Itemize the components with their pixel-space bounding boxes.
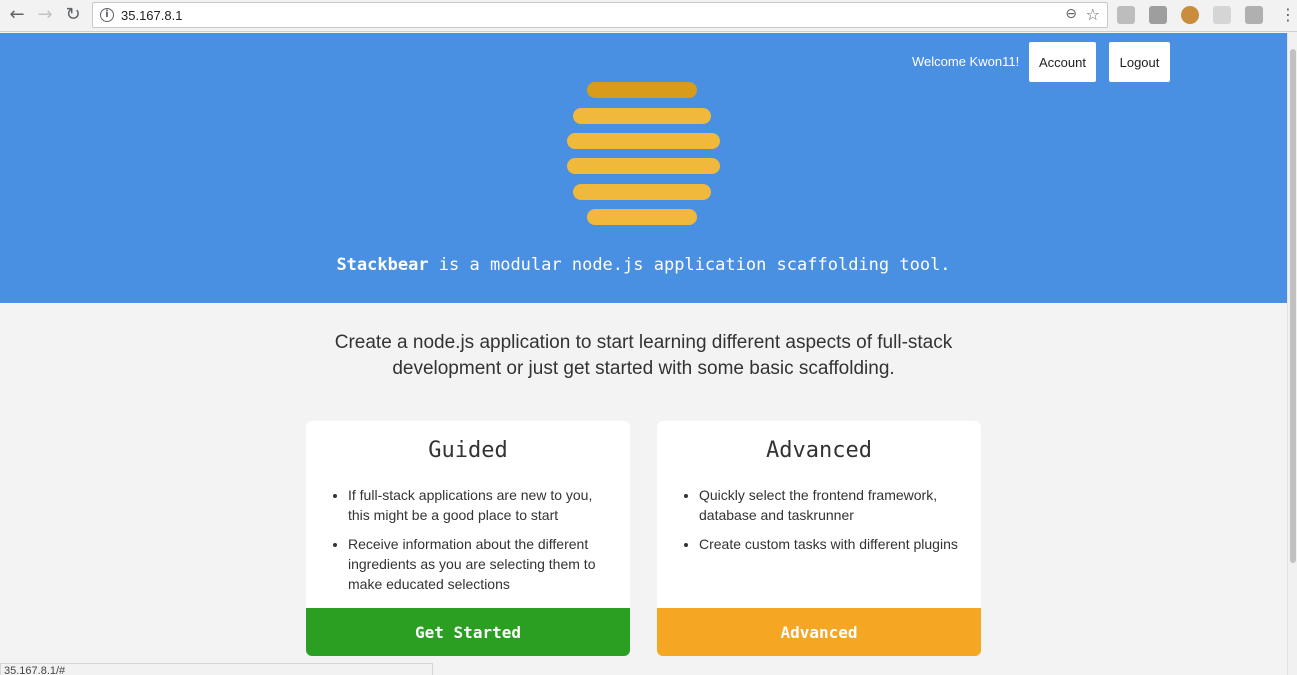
- get-started-button[interactable]: Get Started: [306, 608, 630, 656]
- kebab-menu-icon[interactable]: ⋮: [1280, 4, 1296, 26]
- card-title: Advanced: [766, 438, 872, 463]
- list-item: If full-stack applications are new to yo…: [348, 485, 610, 525]
- card-title: Guided: [428, 438, 508, 463]
- tagline-text: is a modular node.js application scaffol…: [428, 255, 951, 275]
- welcome-text: Welcome Kwon11!: [912, 54, 1020, 69]
- star-icon[interactable]: ☆: [1086, 5, 1100, 24]
- address-bar[interactable]: i 35.167.8.1 ⊖ ☆: [92, 2, 1108, 28]
- logo-bar: [587, 82, 697, 98]
- logo-bar: [587, 209, 697, 225]
- extension-icon[interactable]: [1213, 6, 1231, 24]
- reload-icon[interactable]: ↻: [61, 4, 85, 26]
- list-item: Receive information about the different …: [348, 534, 610, 594]
- brand-name: Stackbear: [336, 255, 429, 275]
- advanced-card: Advanced Quickly select the frontend fra…: [657, 421, 981, 656]
- info-icon[interactable]: i: [100, 8, 114, 22]
- intro-text: Create a node.js application to start le…: [334, 332, 953, 379]
- logo-bar: [573, 108, 711, 124]
- forward-arrow-icon[interactable]: →: [33, 4, 57, 26]
- logo-bar: [567, 133, 720, 149]
- back-arrow-icon[interactable]: ←: [5, 4, 29, 26]
- feature-list: Quickly select the frontend framework, d…: [699, 485, 961, 563]
- hero-section: Welcome Kwon11! Account Logout Stackbear…: [0, 33, 1287, 303]
- extension-icon[interactable]: [1245, 6, 1263, 24]
- zoom-out-icon[interactable]: ⊖: [1065, 6, 1077, 22]
- logo-bar: [567, 158, 720, 174]
- guided-card: Guided If full-stack applications are ne…: [306, 421, 630, 656]
- logout-button[interactable]: Logout: [1109, 42, 1170, 82]
- extension-icon[interactable]: [1181, 6, 1199, 24]
- extension-icon[interactable]: [1149, 6, 1167, 24]
- status-bar: 35.167.8.1/#: [0, 663, 433, 675]
- scrollbar-thumb[interactable]: [1290, 49, 1296, 563]
- url-text[interactable]: 35.167.8.1: [121, 8, 182, 23]
- page-viewport: Welcome Kwon11! Account Logout Stackbear…: [0, 33, 1287, 675]
- stackbear-logo: [567, 82, 721, 227]
- vertical-scrollbar[interactable]: [1287, 33, 1297, 675]
- logo-bar: [573, 184, 711, 200]
- list-item: Create custom tasks with different plugi…: [699, 534, 961, 554]
- feature-list: If full-stack applications are new to yo…: [348, 485, 610, 603]
- hero-tagline: Stackbear is a modular node.js applicati…: [0, 255, 1287, 275]
- account-button[interactable]: Account: [1029, 42, 1096, 82]
- advanced-button[interactable]: Advanced: [657, 608, 981, 656]
- list-item: Quickly select the frontend framework, d…: [699, 485, 961, 525]
- extension-icon[interactable]: [1117, 6, 1135, 24]
- browser-toolbar: ← → ↻ i 35.167.8.1 ⊖ ☆ ⋮: [0, 0, 1297, 32]
